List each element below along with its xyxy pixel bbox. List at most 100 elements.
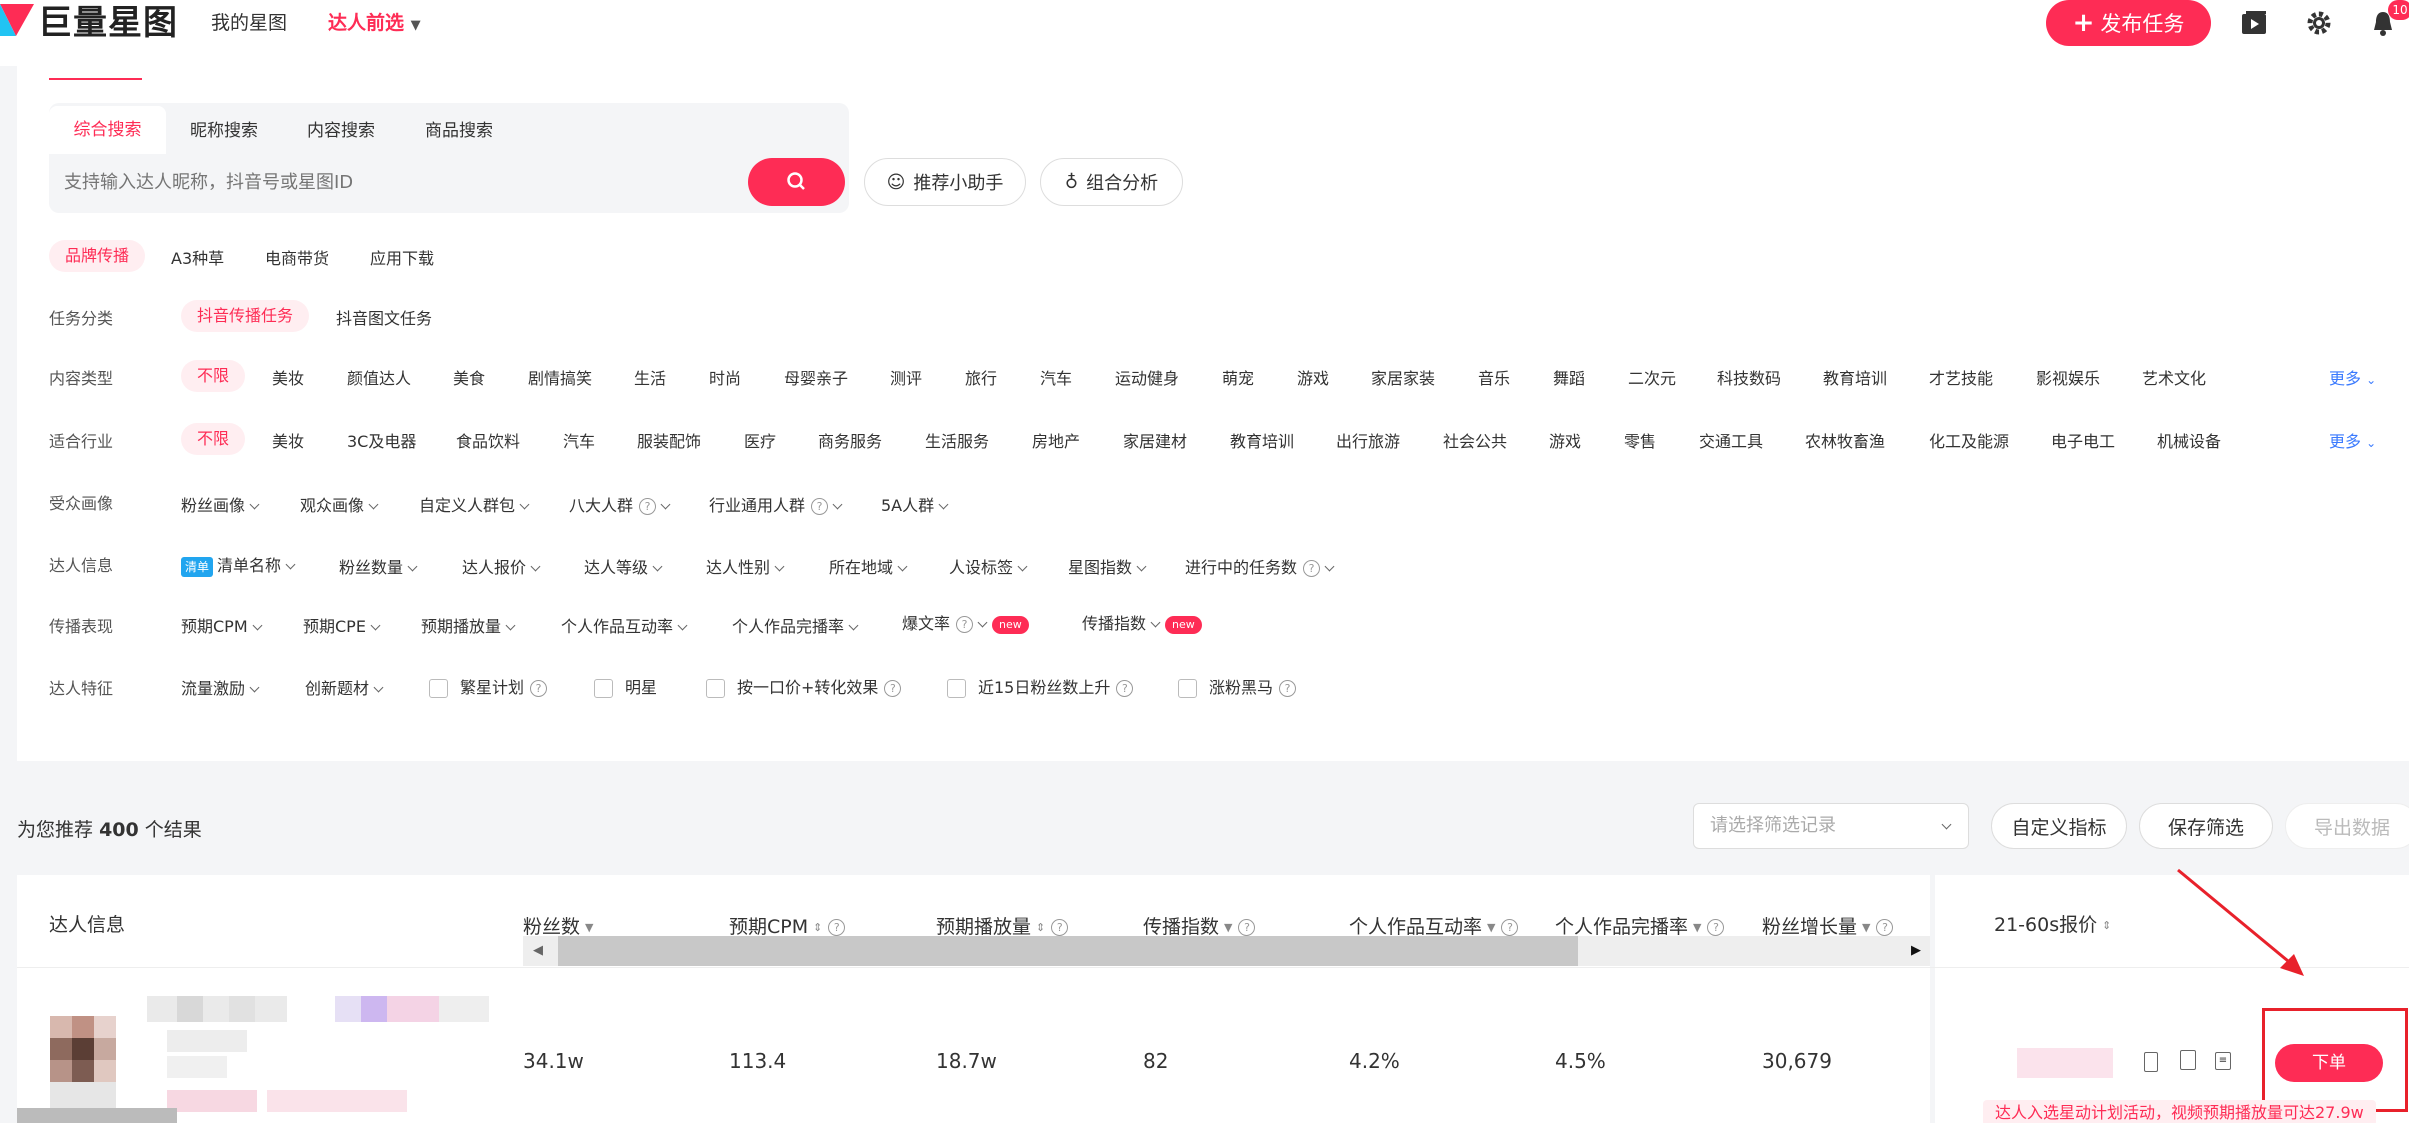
industry-option[interactable]: 家居建材	[1123, 428, 1187, 452]
content-option[interactable]: 舞蹈	[1553, 365, 1585, 389]
task-type-video[interactable]: 抖音传播任务	[181, 300, 310, 332]
content-option[interactable]: 音乐	[1478, 365, 1510, 389]
industry-option[interactable]: 零售	[1624, 428, 1656, 452]
category-app-download[interactable]: 应用下载	[370, 245, 434, 269]
checkbox-box[interactable]	[1178, 679, 1197, 698]
fans-rising-checkbox[interactable]: 近15日粉丝数上升?	[947, 674, 1134, 698]
sort-desc-icon[interactable]: ▼	[1224, 921, 1232, 934]
content-option[interactable]: 游戏	[1297, 365, 1329, 389]
industry-option[interactable]: 服装配饰	[637, 428, 701, 452]
content-option[interactable]: 影视娱乐	[2036, 365, 2100, 389]
sort-icon[interactable]: ⇕	[2102, 919, 2111, 932]
header-expected-plays[interactable]: 预期播放量 ⇕?	[936, 912, 1069, 939]
scroll-right-icon[interactable]: ▶	[1911, 943, 1921, 958]
video-icon[interactable]	[2240, 10, 2270, 36]
task-type-image[interactable]: 抖音图文任务	[336, 305, 432, 329]
header-completion-rate[interactable]: 个人作品完播率 ▼?	[1555, 912, 1725, 939]
industry-option[interactable]: 房地产	[1032, 428, 1080, 452]
engagement-rate-dropdown[interactable]: 个人作品互动率	[561, 613, 688, 637]
help-icon[interactable]: ?	[1279, 680, 1297, 697]
recommend-assistant-button[interactable]: ☺ 推荐小助手	[864, 158, 1026, 206]
custom-metric-button[interactable]: 自定义指标	[1991, 803, 2127, 849]
audience-viewer-dropdown[interactable]: 观众画像	[300, 492, 379, 516]
cpm-dropdown[interactable]: 预期CPM	[181, 613, 263, 637]
content-option[interactable]: 旅行	[965, 365, 997, 389]
talent-level-dropdown[interactable]: 达人等级	[584, 554, 663, 578]
search-input[interactable]	[49, 154, 749, 210]
help-icon[interactable]: ?	[811, 498, 829, 515]
content-option[interactable]: 运动健身	[1115, 365, 1179, 389]
sort-icon[interactable]: ⇕	[1036, 921, 1045, 934]
hit-rate-dropdown[interactable]: 爆文率? new	[902, 610, 1029, 634]
expected-plays-dropdown[interactable]: 预期播放量	[421, 613, 516, 637]
talent-price-dropdown[interactable]: 达人报价	[462, 554, 541, 578]
help-icon[interactable]: ?	[639, 498, 657, 515]
fans-count-dropdown[interactable]: 粉丝数量	[339, 554, 418, 578]
help-icon[interactable]: ?	[1116, 680, 1134, 697]
cpe-dropdown[interactable]: 预期CPE	[303, 613, 381, 637]
gear-icon[interactable]	[2304, 10, 2334, 36]
talent-avatar-blurred[interactable]	[17, 990, 497, 1123]
filter-record-select[interactable]: 请选择筛选记录	[1693, 803, 1969, 849]
audience-fan-dropdown[interactable]: 粉丝画像	[181, 492, 260, 516]
nav-talent-preselect[interactable]: 达人前选 ▼	[328, 10, 421, 39]
save-filter-button[interactable]: 保存筛选	[2139, 803, 2273, 849]
scrollbar-thumb[interactable]	[558, 936, 1578, 966]
content-option[interactable]: 美妆	[272, 365, 304, 389]
content-option[interactable]: 汽车	[1040, 365, 1072, 389]
content-option[interactable]: 美食	[453, 365, 485, 389]
completion-rate-dropdown[interactable]: 个人作品完播率	[732, 613, 859, 637]
industry-option[interactable]: 出行旅游	[1336, 428, 1400, 452]
industry-option[interactable]: 美妆	[272, 428, 304, 452]
content-option[interactable]: 剧情搞笑	[528, 365, 592, 389]
header-price[interactable]: 21-60s报价 ⇕	[1994, 910, 2111, 937]
spread-index-dropdown[interactable]: 传播指数 new	[1082, 610, 1202, 634]
content-option[interactable]: 科技数码	[1717, 365, 1781, 389]
content-option[interactable]: 颜值达人	[347, 365, 411, 389]
checkbox-box[interactable]	[947, 679, 966, 698]
content-option[interactable]: 生活	[634, 365, 666, 389]
category-a3[interactable]: A3种草	[171, 245, 224, 269]
sort-icon[interactable]: ⇕	[813, 921, 822, 934]
help-icon[interactable]: ?	[1707, 919, 1725, 936]
help-icon[interactable]: ?	[1051, 919, 1069, 936]
checkbox-box[interactable]	[429, 679, 448, 698]
innovative-topic-dropdown[interactable]: 创新题材	[305, 675, 384, 699]
audience-industry-dropdown[interactable]: 行业通用人群?	[709, 492, 843, 516]
help-icon[interactable]: ?	[530, 680, 548, 697]
region-dropdown[interactable]: 所在地域	[829, 554, 908, 578]
help-icon[interactable]: ?	[1501, 919, 1519, 936]
help-icon[interactable]: ?	[1238, 919, 1256, 936]
help-icon[interactable]: ?	[1876, 919, 1894, 936]
header-fans[interactable]: 粉丝数 ▼	[523, 912, 593, 939]
industry-more-link[interactable]: 更多 ⌄	[2329, 428, 2376, 452]
industry-option[interactable]: 电子电工	[2051, 428, 2115, 452]
sort-desc-icon[interactable]: ▼	[1487, 921, 1495, 934]
audience-custom-dropdown[interactable]: 自定义人群包	[419, 492, 530, 516]
industry-option[interactable]: 化工及能源	[1929, 428, 2009, 452]
help-icon[interactable]: ?	[884, 680, 902, 697]
celebrity-checkbox[interactable]: 明星	[594, 674, 657, 698]
industry-option[interactable]: 医疗	[744, 428, 776, 452]
audience-5a-dropdown[interactable]: 5A人群	[881, 492, 949, 516]
tab-product-search[interactable]: 商品搜索	[419, 116, 499, 146]
sort-desc-icon[interactable]: ▼	[585, 921, 593, 934]
report-icon[interactable]: ≡	[2215, 1052, 2231, 1070]
category-brand[interactable]: 品牌传播	[49, 240, 146, 272]
content-option[interactable]: 萌宠	[1222, 365, 1254, 389]
content-more-link[interactable]: 更多 ⌄	[2329, 365, 2376, 389]
persona-tag-dropdown[interactable]: 人设标签	[949, 554, 1028, 578]
content-option[interactable]: 母婴亲子	[784, 365, 848, 389]
content-option[interactable]: 二次元	[1628, 365, 1676, 389]
dark-horse-checkbox[interactable]: 涨粉黑马?	[1178, 674, 1297, 698]
fixed-price-checkbox[interactable]: 按一口价+转化效果?	[706, 674, 902, 698]
industry-option[interactable]: 不限	[181, 423, 246, 455]
content-option[interactable]: 时尚	[709, 365, 741, 389]
industry-option[interactable]: 生活服务	[925, 428, 989, 452]
sort-desc-icon[interactable]: ▼	[1693, 921, 1701, 934]
help-icon[interactable]: ?	[828, 919, 846, 936]
header-spread-index[interactable]: 传播指数 ▼?	[1143, 912, 1256, 939]
industry-option[interactable]: 农林牧畜渔	[1805, 428, 1885, 452]
nav-my-star[interactable]: 我的星图	[211, 10, 287, 36]
star-index-dropdown[interactable]: 星图指数	[1068, 554, 1147, 578]
